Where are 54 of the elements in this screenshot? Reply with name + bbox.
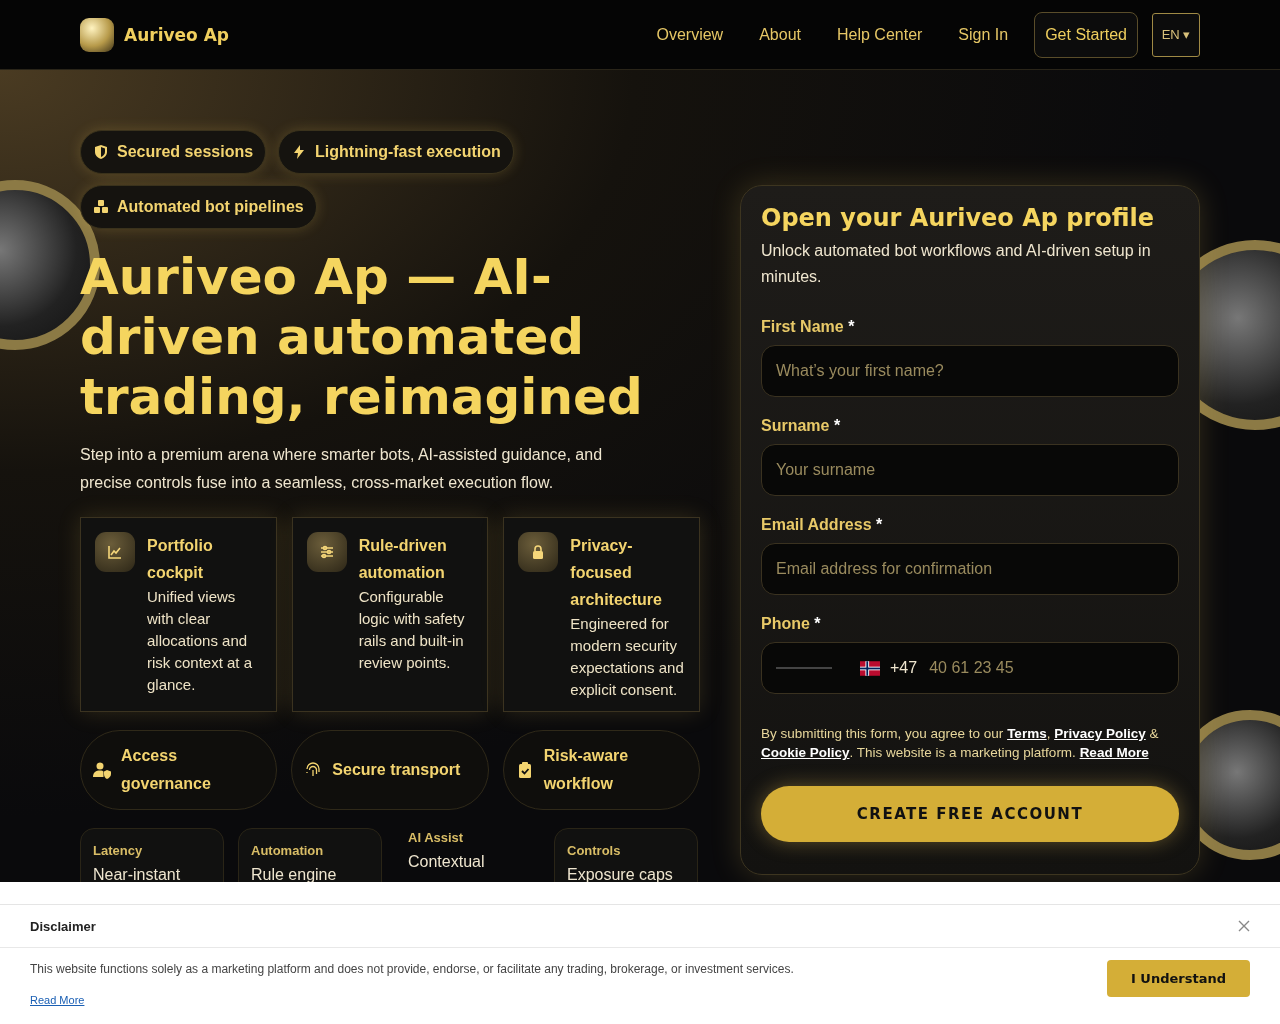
feature-description: Engineered for modern security expectations and explicit consent. [570,614,685,700]
hero-title: Auriveo Ap — AI-driven automated trading, reimagined [80,247,644,427]
field-label: Phone * [761,615,822,633]
field-label: Email Address * [761,516,884,534]
stat-card: Latency Near-instant [80,828,224,882]
close-icon[interactable] [1238,920,1250,932]
policy-link[interactable]: Terms [1007,726,1047,741]
fingerprint-icon [304,761,323,779]
chart-icon [95,532,135,572]
feature-badge: Automated bot pipelines [80,185,317,229]
user-shield-icon [93,761,111,779]
input-field[interactable]: What’s your first name? [761,345,1179,397]
feature-badge: Secured sessions [80,130,267,174]
nav-link[interactable]: About [759,25,801,44]
feature-title: Privacy-focused architecture [570,536,663,610]
nav-link[interactable]: Sign In [958,25,1009,44]
input-field[interactable]: Your surname [761,444,1179,496]
shield-icon [93,144,109,160]
get-started-button[interactable]: Get Started [1034,11,1138,58]
policy-link[interactable]: Read More [1079,745,1149,760]
capability-pill: Access governance [80,730,278,810]
language-selector[interactable]: EN ▾ [1152,12,1200,57]
nav-link[interactable]: Overview [656,25,724,44]
input-field[interactable]: Email address for confirmation [761,543,1179,595]
logo-icon [80,17,114,52]
disclaimer-text: This website functions solely as a marketing platform and does not provide, endorse, or facilitate any trading, brokerage, or investment services. [30,962,794,976]
hero-lead: Step into a premium arena where smarter bots, AI-assisted guidance, and precise controls fuse into a seamless, cross-market execution flow. [80,445,604,493]
brand-name[interactable]: Auriveo Ap [124,24,229,45]
feature-title: Rule-driven automation [358,536,448,583]
create-account-button[interactable]: CREATE FREE ACCOUNT [761,786,1179,842]
nav-link[interactable]: Help Center [837,25,923,44]
field-label: First Name * [761,318,856,336]
policy-link[interactable]: Privacy Policy [1054,726,1146,741]
feature-badge: Lightning-fast execution [278,130,514,174]
form-subtitle: Unlock automated bot workflows and AI-driven setup in minutes. [761,241,1152,287]
stat-item: AI Assist Contextual [407,829,486,872]
sliders-icon [306,532,347,572]
phone-field[interactable]: +47 40 61 23 45 [761,642,1179,694]
feature-title: Portfolio cockpit [147,536,214,583]
policy-link[interactable]: Cookie Policy [761,745,850,760]
field-label: Surname * [761,417,842,435]
feature-description: Unified views with clear allocations and risk context at a glance. [147,587,254,695]
phone-number-input[interactable]: 40 61 23 45 [927,658,1164,678]
consent-text: By submitting this form, you agree to our Terms, Privacy Policy & Cookie Policy. This website is a marketing platform. Read More [761,725,1160,762]
understand-button[interactable]: I Understand [1107,960,1250,997]
cubes-icon [93,199,109,215]
disclaimer-title: Disclaimer [30,918,96,934]
form-title: Open your Auriveo Ap profile [761,204,1156,232]
read-more-link[interactable]: Read More [30,994,85,1006]
flag-icon [860,660,880,676]
capability-pill: Risk-aware workflow [502,730,700,810]
feature-description: Configurable logic with safety rails and built-in review points. [358,587,466,673]
lock-icon [518,532,559,572]
capability-pill: Secure transport [291,730,489,810]
